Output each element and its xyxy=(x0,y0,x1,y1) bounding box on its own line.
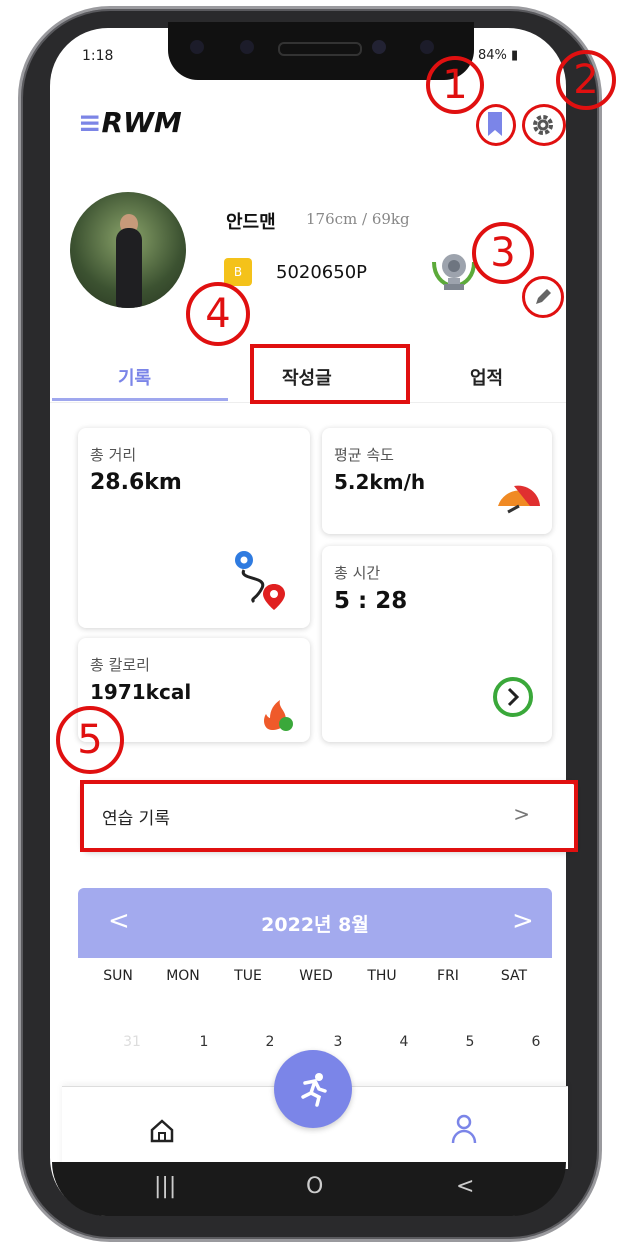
weekday-label: FRI xyxy=(437,968,459,984)
system-home-button[interactable]: O xyxy=(306,1174,323,1199)
logo-text: RWM xyxy=(101,106,182,139)
nav-profile-button[interactable] xyxy=(446,1111,482,1147)
start-run-button[interactable] xyxy=(274,1050,352,1128)
points-value: 5020650P xyxy=(276,262,368,283)
coin-icon: B xyxy=(224,258,252,286)
calories-label: 총 칼로리 xyxy=(90,656,150,674)
avatar xyxy=(70,192,186,308)
annotation-marker-2: 2 xyxy=(556,50,616,110)
calories-value: 1971kcal xyxy=(90,680,192,704)
calendar-day[interactable]: 5 xyxy=(440,1034,500,1050)
running-icon xyxy=(301,1073,327,1107)
time-value: 5 : 28 xyxy=(334,588,408,614)
annotation-marker-4: 4 xyxy=(186,282,250,346)
profile-body-stats: 176cm / 69kg xyxy=(306,210,410,228)
active-tab-indicator xyxy=(52,398,228,401)
annotation-marker-1: 1 xyxy=(426,56,484,114)
time-label: 총 시간 xyxy=(334,564,381,582)
highlight-edit xyxy=(522,276,564,318)
time-card: 총 시간 5 : 28 xyxy=(322,546,552,742)
highlight-bookmark xyxy=(476,104,516,146)
speaker-grille xyxy=(278,42,362,56)
route-icon xyxy=(235,551,285,610)
calendar-day[interactable]: 3 xyxy=(308,1034,368,1050)
calendar-day[interactable]: 6 xyxy=(506,1034,566,1050)
speed-value: 5.2km/h xyxy=(334,470,426,494)
weekday-label: THU xyxy=(367,968,397,984)
distance-label: 총 거리 xyxy=(90,446,137,464)
sensor-icon xyxy=(420,40,434,54)
profile-icon xyxy=(451,1114,477,1144)
sensor-icon xyxy=(190,40,204,54)
battery-level: 84% xyxy=(478,48,507,63)
home-icon xyxy=(150,1119,174,1143)
system-nav-bar: ||| O < xyxy=(52,1162,566,1216)
annotation-marker-5: 5 xyxy=(56,706,124,774)
sensor-icon xyxy=(240,40,254,54)
flame-icon xyxy=(264,700,293,731)
calendar-day[interactable]: 1 xyxy=(174,1034,234,1050)
logo-mark: ≡ xyxy=(78,106,102,139)
weekday-label: TUE xyxy=(234,968,262,984)
app-logo: ≡RWM xyxy=(78,106,182,139)
weekday-label: MON xyxy=(166,968,200,984)
distance-card: 총 거리 28.6km xyxy=(78,428,310,628)
weekday-label: SAT xyxy=(500,968,528,984)
calendar-title: 2022년 8월 xyxy=(261,914,369,936)
highlight-posts-tab xyxy=(250,344,410,404)
tab-achievements[interactable]: 업적 xyxy=(470,364,503,390)
weekday-label: SUN xyxy=(103,968,133,984)
speed-label: 평균 속도 xyxy=(334,446,394,464)
annotation-marker-3: 3 xyxy=(472,222,534,284)
nav-home-button[interactable] xyxy=(144,1113,180,1149)
next-month-button[interactable]: > xyxy=(512,906,534,936)
highlight-practice-record xyxy=(80,780,578,852)
speedometer-icon xyxy=(498,485,540,514)
tab-records[interactable]: 기록 xyxy=(118,364,151,390)
calendar-day[interactable]: 4 xyxy=(374,1034,434,1050)
front-camera-icon xyxy=(372,40,386,54)
timer-icon xyxy=(493,677,533,717)
status-time: 1:18 xyxy=(82,48,114,64)
profile-name: 안드맨 xyxy=(226,212,276,233)
calendar-day[interactable]: 2 xyxy=(240,1034,300,1050)
weekday-label: WED xyxy=(299,968,333,984)
recent-apps-button[interactable]: ||| xyxy=(154,1174,176,1199)
status-battery: 84% ▮ xyxy=(478,48,519,63)
calendar-day[interactable]: 31 xyxy=(102,1034,162,1050)
calendar-header: < 2022년 8월 > xyxy=(78,888,552,958)
distance-value: 28.6km xyxy=(90,470,182,495)
system-back-button[interactable]: < xyxy=(456,1174,474,1199)
highlight-settings xyxy=(522,104,566,146)
speed-card: 평균 속도 5.2km/h xyxy=(322,428,552,534)
